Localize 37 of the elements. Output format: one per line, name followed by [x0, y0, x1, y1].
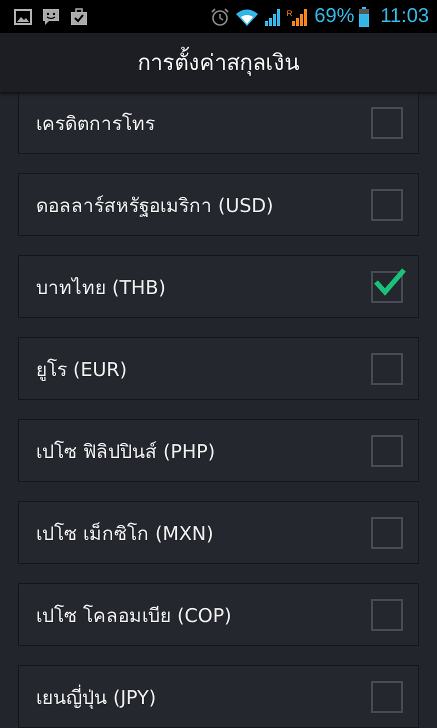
- currency-label: เครดิตการโทร: [36, 112, 155, 136]
- currency-row[interactable]: เยนญี่ปุ่น (JPY): [18, 665, 419, 728]
- signal-icon: [264, 8, 282, 26]
- signal-icon: [291, 8, 310, 26]
- currency-label: เปโซ เม็กซิโก (MXN): [36, 521, 214, 546]
- currency-label: ยูโร (EUR): [36, 358, 127, 383]
- roaming-indicator: R: [286, 9, 292, 18]
- currency-row[interactable]: เปโซ โคลอมเบีย (COP): [18, 583, 419, 646]
- checkbox[interactable]: [371, 434, 403, 466]
- bag-check-icon: [70, 8, 88, 26]
- currency-row[interactable]: เปโซ ฟิลิปปินส์ (PHP): [18, 419, 419, 482]
- checkbox[interactable]: [371, 188, 403, 220]
- check-icon: [373, 266, 407, 296]
- wifi-icon: [234, 8, 259, 26]
- checkbox[interactable]: [371, 270, 403, 302]
- currency-row[interactable]: เครดิตการโทร: [18, 92, 419, 154]
- currency-row[interactable]: ดอลลาร์สหรัฐอเมริกา (USD): [18, 173, 419, 236]
- chat-icon: [42, 8, 60, 26]
- checkbox[interactable]: [371, 598, 403, 630]
- currency-row[interactable]: บาทไทย (THB): [18, 255, 419, 318]
- currency-label: เยนญี่ปุ่น (JPY): [36, 684, 156, 711]
- picture-icon: [14, 8, 32, 24]
- screen-title: การตั้งค่าสกุลเงิน: [138, 45, 300, 80]
- checkbox[interactable]: [371, 106, 403, 138]
- currency-row[interactable]: ยูโร (EUR): [18, 337, 419, 400]
- currency-label: บาทไทย (THB): [36, 276, 166, 300]
- currency-row[interactable]: เปโซ เม็กซิโก (MXN): [18, 501, 419, 564]
- checkbox[interactable]: [371, 680, 403, 712]
- currency-label: ดอลลาร์สหรัฐอเมริกา (USD): [36, 194, 274, 219]
- currency-label: เปโซ ฟิลิปปินส์ (PHP): [36, 440, 216, 464]
- battery-icon: [359, 6, 370, 26]
- alarm-icon: [210, 6, 230, 26]
- checkbox[interactable]: [371, 516, 403, 548]
- checkbox[interactable]: [371, 352, 403, 384]
- clock: 11:03: [380, 5, 429, 28]
- battery-percent: 69%: [314, 5, 354, 28]
- currency-label: เปโซ โคลอมเบีย (COP): [36, 604, 232, 628]
